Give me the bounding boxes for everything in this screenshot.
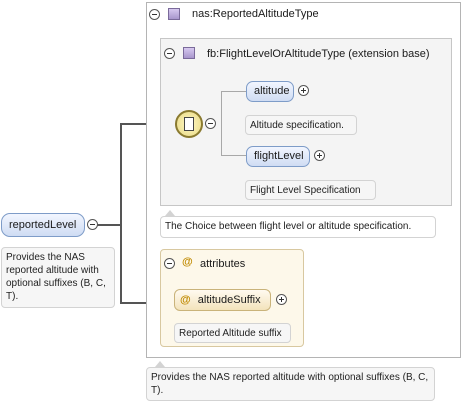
attribute-at-icon: @ — [180, 294, 191, 306]
choice-collapse-icon[interactable] — [205, 118, 216, 129]
attributes-collapse-icon[interactable] — [164, 258, 175, 269]
base-title: fb:FlightLevelOrAltitudeType (extension … — [207, 48, 430, 60]
altitude-suffix-documentation: Reported Altitude suffix — [174, 323, 291, 343]
choice-glyph-icon — [184, 117, 194, 131]
flight-level-element[interactable]: flightLevel — [246, 146, 310, 167]
connector-root-horizontal — [97, 224, 122, 226]
choice-documentation: The Choice between flight level or altit… — [160, 216, 436, 238]
attribute-at-icon: @ — [182, 256, 193, 268]
altitude-expand-icon[interactable] — [298, 85, 309, 96]
complex-type-icon — [168, 8, 180, 20]
altitude-element[interactable]: altitude — [246, 81, 294, 102]
altitude-suffix-expand-icon[interactable] — [276, 294, 287, 305]
connector-root-vertical — [120, 124, 122, 304]
type-collapse-icon[interactable] — [149, 9, 160, 20]
root-documentation: Provides the NAS reported altitude with … — [1, 247, 115, 308]
choice-compositor-icon — [175, 110, 203, 138]
attributes-title: attributes — [200, 258, 246, 270]
base-collapse-icon[interactable] — [164, 48, 175, 59]
type-documentation: Provides the NAS reported altitude with … — [146, 367, 435, 401]
flight-level-documentation: Flight Level Specification — [245, 180, 376, 200]
altitude-suffix-label: altitudeSuffix — [197, 294, 261, 306]
type-title: nas:ReportedAltitudeType — [192, 8, 319, 20]
choice-branch-bottom — [221, 155, 247, 156]
altitude-suffix-attribute[interactable]: @ altitudeSuffix — [174, 289, 271, 311]
reported-level-element[interactable]: reportedLevel — [1, 213, 85, 237]
choice-branch-vertical — [221, 91, 222, 155]
altitude-documentation: Altitude specification. — [245, 115, 357, 135]
flight-level-expand-icon[interactable] — [314, 150, 325, 161]
complex-type-icon — [183, 47, 195, 59]
root-collapse-icon[interactable] — [87, 219, 98, 230]
choice-branch-top — [221, 91, 247, 92]
